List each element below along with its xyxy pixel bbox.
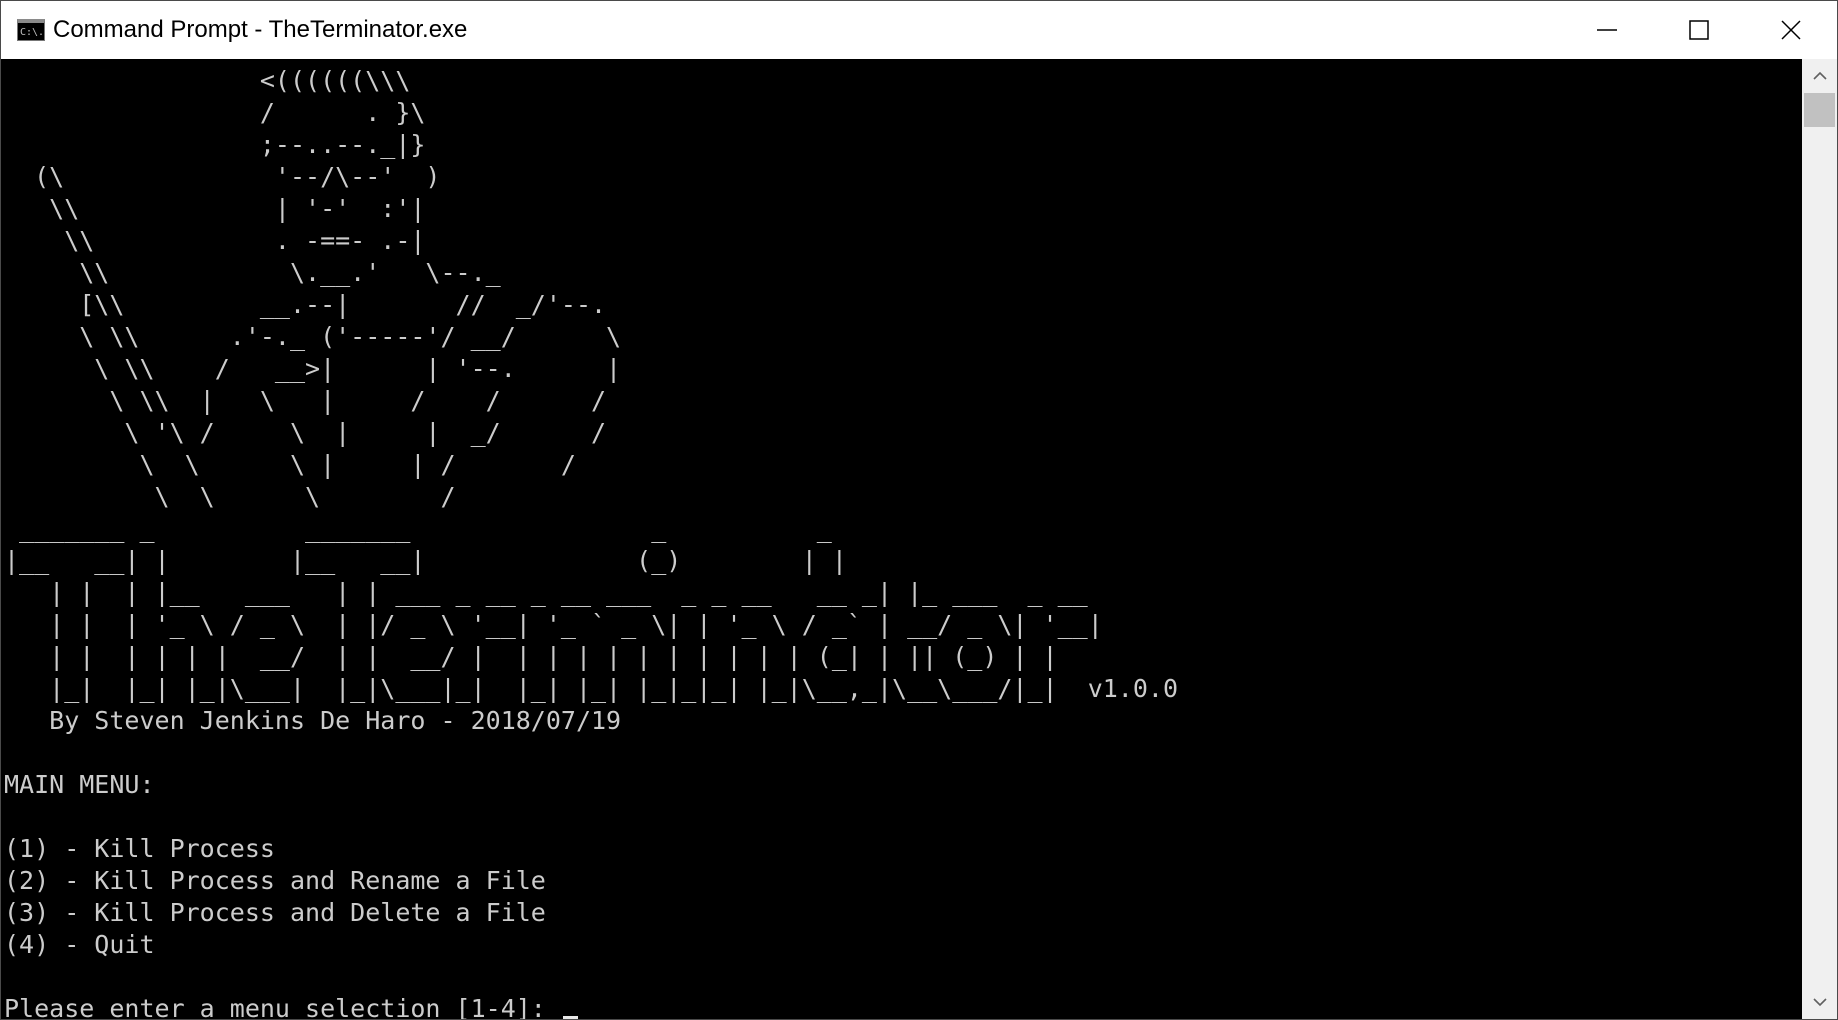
console-line: (\ '--/\--' ) bbox=[34, 162, 441, 191]
console-line: \ \ \ | | / / bbox=[139, 450, 576, 479]
console-line: ;--..--._|} bbox=[259, 130, 426, 159]
minimize-icon bbox=[1597, 29, 1617, 31]
console-line: \ \\ | \ | / / / bbox=[109, 386, 607, 415]
command-prompt-window: C:\. Command Prompt - TheTerminator.exe bbox=[0, 0, 1838, 1020]
console-line: (3) - Kill Process and Delete a File bbox=[4, 898, 546, 927]
console-line: \\ . -==- .-| bbox=[64, 226, 426, 255]
console-line: | | | |__ ___ | | ___ _ __ _ __ ___ _ _ … bbox=[49, 578, 1088, 607]
scroll-down-button[interactable] bbox=[1802, 985, 1837, 1019]
console-line: | | | | | | __/ | | __/ | | | | | | | | … bbox=[49, 642, 1058, 671]
title-bar[interactable]: C:\. Command Prompt - TheTerminator.exe bbox=[1, 1, 1837, 59]
maximize-icon bbox=[1689, 20, 1709, 40]
console-line: |__ __| | |__ __| (_) | | bbox=[4, 546, 847, 575]
console-line: MAIN MENU: bbox=[4, 770, 155, 799]
console-line: [\\ __.--| // _/'--. bbox=[79, 290, 607, 319]
command-prompt-icon[interactable]: C:\. bbox=[17, 19, 45, 41]
console-line: (2) - Kill Process and Rename a File bbox=[4, 866, 546, 895]
maximize-button[interactable] bbox=[1653, 1, 1745, 59]
scrollbar-thumb[interactable] bbox=[1804, 93, 1835, 127]
minimize-button[interactable] bbox=[1561, 1, 1653, 59]
console-line: _______ _ _______ _ _ bbox=[19, 514, 832, 543]
console-line: (1) - Kill Process bbox=[4, 834, 275, 863]
close-button[interactable] bbox=[1745, 1, 1837, 59]
console-line: | | | '_ \ / _ \ | |/ _ \ '__| '_ ` _ \|… bbox=[49, 610, 1103, 639]
console-line: By Steven Jenkins De Haro - 2018/07/19 bbox=[49, 706, 622, 735]
console-line: \ '\ / \ | | _/ / bbox=[124, 418, 607, 447]
console-line: |_| |_| |_|\___| |_|\___|_| |_| |_| |_|_… bbox=[49, 674, 1178, 703]
console-text: <((((((\\\ / . }\ ;--..--._|} (\ '--/\--… bbox=[1, 59, 1801, 1019]
console-line: \\ | '-' :'| bbox=[49, 194, 426, 223]
scroll-down-arrow-icon bbox=[1812, 998, 1827, 1007]
scroll-up-arrow-icon bbox=[1812, 71, 1827, 80]
console-line: (4) - Quit bbox=[4, 930, 155, 959]
scroll-up-button[interactable] bbox=[1802, 59, 1837, 93]
console-output[interactable]: <((((((\\\ / . }\ ;--..--._|} (\ '--/\--… bbox=[1, 59, 1801, 1019]
vertical-scrollbar[interactable] bbox=[1802, 59, 1837, 1019]
console-line: \\ \.__.' \--._ bbox=[79, 258, 501, 287]
close-icon bbox=[1781, 20, 1801, 40]
console-lines: <((((((\\\ / . }\ ;--..--._|} (\ '--/\--… bbox=[4, 66, 1178, 959]
window-title: Command Prompt - TheTerminator.exe bbox=[53, 16, 468, 43]
console-line: / . }\ bbox=[259, 98, 426, 127]
console-line: \ \ \ / bbox=[154, 482, 456, 511]
menu-prompt: Please enter a menu selection [1-4]: bbox=[4, 994, 561, 1019]
console-line: \ \\ .'-._ ('-----'/ __/ \ bbox=[79, 322, 622, 351]
console-line: <((((((\\\ bbox=[259, 66, 411, 95]
console-line: \ \\ / __>| | '--. | bbox=[94, 354, 622, 383]
text-cursor bbox=[562, 1016, 578, 1019]
window-controls bbox=[1561, 1, 1837, 59]
